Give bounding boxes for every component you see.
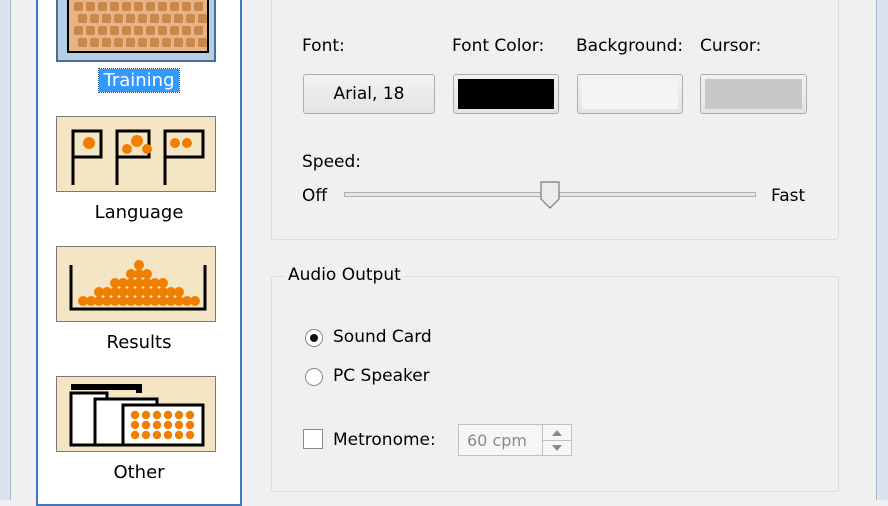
- background-color-button[interactable]: [577, 74, 683, 114]
- language-icon: [56, 116, 216, 192]
- sidebar-item-label: Language: [94, 202, 184, 223]
- sidebar-item-results[interactable]: Results: [56, 246, 220, 362]
- spin-down-icon[interactable]: [543, 440, 571, 455]
- font-button[interactable]: Arial, 18: [303, 74, 435, 114]
- sound-card-label[interactable]: Sound Card: [333, 327, 432, 347]
- font-color-swatch: [458, 79, 554, 109]
- metronome-spinner: [542, 425, 571, 455]
- speed-min-label: Off: [302, 186, 328, 206]
- metronome-rate-input[interactable]: 60 cpm: [458, 424, 572, 456]
- cursor-color-button[interactable]: [700, 74, 807, 114]
- font-label: Font:: [302, 36, 345, 56]
- metronome-rate-value: 60 cpm: [467, 431, 527, 450]
- cursor-color-swatch: [705, 79, 802, 109]
- cursor-label: Cursor:: [700, 36, 762, 56]
- pc-speaker-radio[interactable]: [305, 368, 323, 386]
- other-icon: [56, 376, 216, 452]
- sidebar-item-other[interactable]: Other: [56, 376, 220, 492]
- metronome-checkbox[interactable]: [303, 429, 323, 449]
- window-right-edge: [876, 0, 888, 500]
- metronome-label[interactable]: Metronome:: [333, 430, 436, 450]
- sidebar-item-language[interactable]: Language: [56, 116, 220, 232]
- sidebar-item-label: Training: [98, 68, 180, 93]
- sidebar-item-label: Results: [106, 332, 172, 353]
- results-icon: [56, 246, 216, 322]
- background-color-swatch: [582, 79, 678, 109]
- font-color-button[interactable]: [453, 74, 559, 114]
- spin-up-icon[interactable]: [543, 425, 571, 440]
- window-left-edge: [0, 0, 11, 500]
- speed-label: Speed:: [302, 152, 362, 172]
- speed-slider-thumb[interactable]: [540, 181, 560, 209]
- background-label: Background:: [576, 36, 684, 56]
- sidebar-item-training[interactable]: Training: [56, 0, 220, 102]
- font-color-label: Font Color:: [452, 36, 545, 56]
- sound-card-radio[interactable]: [305, 329, 323, 347]
- keyboard-icon: [56, 0, 216, 62]
- speed-max-label: Fast: [771, 186, 806, 206]
- pc-speaker-label[interactable]: PC Speaker: [333, 366, 430, 386]
- sidebar-item-label: Other: [113, 462, 165, 483]
- audio-output-legend: Audio Output: [285, 265, 404, 285]
